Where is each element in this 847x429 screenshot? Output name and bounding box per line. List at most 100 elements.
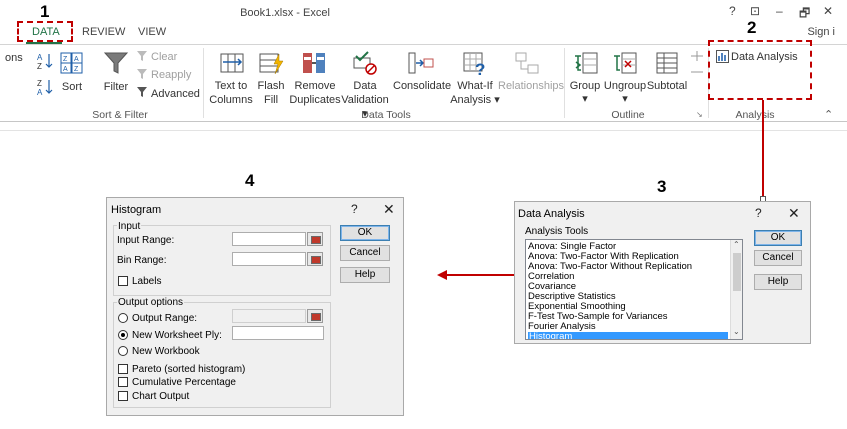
collapse-ribbon-icon[interactable]: ⌃ xyxy=(824,108,833,121)
svg-text:Z: Z xyxy=(37,62,42,70)
show-detail-icon[interactable] xyxy=(690,50,704,62)
cumulative-label: Cumulative Percentage xyxy=(132,377,236,388)
bin-range-field[interactable] xyxy=(232,252,306,266)
svg-text:A: A xyxy=(37,53,43,62)
flash-fill-line1[interactable]: Flash xyxy=(254,79,288,93)
ungroup-dropdown-icon[interactable]: ▾ xyxy=(618,92,632,106)
histogram-cancel-button[interactable]: Cancel xyxy=(340,245,390,261)
outline-launcher-icon[interactable]: ↘ xyxy=(696,110,703,119)
data-analysis-ok-button[interactable]: OK xyxy=(754,230,802,246)
filter-button[interactable]: Filter xyxy=(98,80,134,94)
remove-duplicates-line2[interactable]: Duplicates xyxy=(289,93,341,107)
svg-text:A: A xyxy=(37,88,43,96)
formula-bar-border xyxy=(0,130,847,131)
window-title: Book1.xlsx - Excel xyxy=(240,7,330,19)
svg-text:A: A xyxy=(74,56,79,63)
minimize-icon[interactable]: – xyxy=(776,4,783,18)
cumulative-checkbox[interactable] xyxy=(118,377,128,387)
histogram-help-icon[interactable]: ? xyxy=(351,202,358,216)
new-worksheet-field[interactable] xyxy=(232,326,324,340)
data-analysis-help-icon[interactable]: ? xyxy=(755,206,762,220)
tab-view[interactable]: VIEW xyxy=(138,26,166,38)
what-if-line1[interactable]: What-If xyxy=(452,79,498,93)
connector-line-2-3 xyxy=(762,100,764,198)
ungroup-icon xyxy=(612,50,638,76)
annotation-2: 2 xyxy=(747,18,757,37)
analysis-tools-list[interactable]: Anova: Single Factor Anova: Two-Factor W… xyxy=(525,239,743,340)
restore-icon[interactable]: 🗗 xyxy=(799,4,810,25)
data-analysis-dialog: Data Analysis ? ✕ Analysis Tools Anova: … xyxy=(514,201,811,344)
new-worksheet-radio[interactable] xyxy=(118,330,128,340)
data-validation-line1[interactable]: Data xyxy=(342,79,388,93)
reapply-button[interactable]: Reapply xyxy=(151,69,191,81)
text-to-columns-icon xyxy=(219,50,245,76)
annotation-1: 1 xyxy=(40,2,50,21)
annotation-4: 4 xyxy=(245,171,255,190)
clear-button[interactable]: Clear xyxy=(151,51,177,63)
annotation-2-box xyxy=(708,40,812,100)
input-range-field[interactable] xyxy=(232,232,306,246)
histogram-help-button[interactable]: Help xyxy=(340,267,390,283)
data-analysis-help-button[interactable]: Help xyxy=(754,274,802,290)
group-label-data-tools: Data Tools xyxy=(361,109,411,121)
hide-detail-icon[interactable] xyxy=(690,66,704,78)
group-label-outline: Outline xyxy=(611,109,645,121)
reapply-icon xyxy=(136,68,148,80)
chart-output-checkbox[interactable] xyxy=(118,391,128,401)
sort-button[interactable]: Sort xyxy=(58,80,86,94)
histogram-dialog-title: Histogram xyxy=(111,204,162,216)
ribbon-display-options-icon[interactable]: ⊡ xyxy=(750,4,760,18)
input-range-collapse-icon[interactable] xyxy=(307,232,323,246)
sort-az-icon[interactable]: AZ xyxy=(36,52,54,71)
scroll-up-icon[interactable]: ⌃ xyxy=(733,240,740,249)
sort-za-icon[interactable]: ZA xyxy=(36,78,54,97)
list-scrollbar[interactable]: ⌃ ⌄ xyxy=(730,240,742,339)
bin-range-collapse-icon[interactable] xyxy=(307,252,323,266)
scroll-thumb[interactable] xyxy=(733,253,741,291)
what-if-line2[interactable]: Analysis ▾ xyxy=(449,93,501,107)
output-range-field[interactable] xyxy=(232,309,306,323)
output-range-radio[interactable] xyxy=(118,313,128,323)
remove-duplicates-line1[interactable]: Remove xyxy=(290,79,340,93)
annotation-3: 3 xyxy=(657,177,667,196)
svg-text:Z: Z xyxy=(74,66,79,73)
scroll-down-icon[interactable]: ⌄ xyxy=(733,327,740,336)
output-group-label: Output options xyxy=(117,297,185,308)
data-validation-icon xyxy=(352,50,378,76)
flash-fill-line2[interactable]: Fill xyxy=(254,93,288,107)
title-bar: Book1.xlsx - Excel ? ⊡ – 🗗 ✕ xyxy=(0,0,847,22)
subtotal-button[interactable]: Subtotal xyxy=(645,79,689,93)
list-item-selected[interactable]: Histogram xyxy=(528,332,728,339)
histogram-ok-button[interactable]: OK xyxy=(340,225,390,241)
ribbon-cut-label: ons xyxy=(5,52,23,64)
input-group-label: Input xyxy=(117,221,142,232)
pareto-checkbox[interactable] xyxy=(118,364,128,374)
close-window-icon[interactable]: ✕ xyxy=(823,4,833,18)
new-workbook-radio[interactable] xyxy=(118,346,128,356)
group-dropdown-icon[interactable]: ▾ xyxy=(578,92,592,106)
relationships-button[interactable]: Relationships xyxy=(498,79,564,93)
consolidate-button[interactable]: Consolidate xyxy=(393,79,451,93)
output-range-collapse-icon[interactable] xyxy=(307,309,323,323)
labels-checkbox[interactable] xyxy=(118,276,128,286)
chart-output-label: Chart Output xyxy=(132,391,190,402)
tab-review[interactable]: REVIEW xyxy=(82,26,125,38)
input-range-label: Input Range: xyxy=(117,235,175,246)
data-analysis-cancel-button[interactable]: Cancel xyxy=(754,250,802,266)
arrow-3-to-4 xyxy=(436,268,516,282)
group-icon xyxy=(573,50,599,76)
filter-funnel-icon[interactable] xyxy=(103,50,129,76)
sign-in-link[interactable]: Sign i xyxy=(807,26,835,38)
subtotal-icon xyxy=(654,50,680,76)
ungroup-button[interactable]: Ungroup xyxy=(603,79,647,93)
text-to-columns-line1[interactable]: Text to xyxy=(207,79,255,93)
data-analysis-close-icon[interactable]: ✕ xyxy=(788,205,800,222)
relationships-icon xyxy=(514,50,540,76)
help-icon[interactable]: ? xyxy=(729,4,736,18)
group-button[interactable]: Group xyxy=(567,79,603,93)
analysis-tools-label: Analysis Tools xyxy=(525,226,589,237)
text-to-columns-line2[interactable]: Columns xyxy=(207,93,255,107)
histogram-dialog: Histogram ? ✕ Input Input Range: Bin Ran… xyxy=(106,197,404,416)
histogram-close-icon[interactable]: ✕ xyxy=(383,201,395,218)
advanced-button[interactable]: Advanced xyxy=(151,88,200,100)
